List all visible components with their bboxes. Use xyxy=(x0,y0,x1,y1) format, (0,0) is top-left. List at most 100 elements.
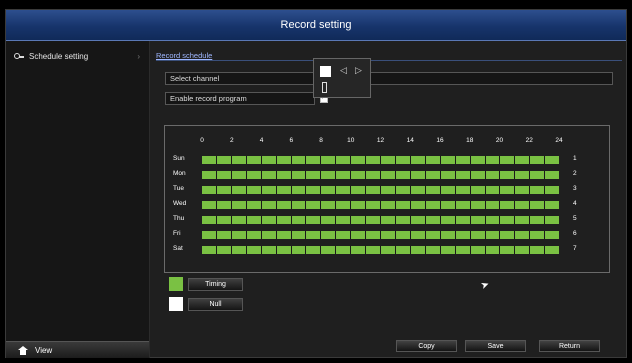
schedule-cell[interactable] xyxy=(455,246,470,254)
schedule-cell[interactable] xyxy=(530,171,545,179)
schedule-cell[interactable] xyxy=(530,156,545,164)
schedule-cell[interactable] xyxy=(425,231,440,239)
sidebar-item-schedule-setting[interactable]: Schedule setting › xyxy=(6,47,149,65)
schedule-cell[interactable] xyxy=(410,231,425,239)
schedule-cell[interactable] xyxy=(425,171,440,179)
schedule-cell[interactable] xyxy=(425,246,440,254)
schedule-cell[interactable] xyxy=(351,246,366,254)
schedule-cell[interactable] xyxy=(261,231,276,239)
schedule-cell[interactable] xyxy=(321,171,336,179)
schedule-cell[interactable] xyxy=(306,216,321,224)
schedule-cell[interactable] xyxy=(306,201,321,209)
tab-record-schedule[interactable]: Record schedule xyxy=(156,51,212,60)
schedule-cell[interactable] xyxy=(216,186,231,194)
schedule-cell[interactable] xyxy=(440,171,455,179)
schedule-cell[interactable] xyxy=(455,201,470,209)
schedule-cell[interactable] xyxy=(291,201,306,209)
schedule-cell[interactable] xyxy=(485,231,500,239)
schedule-cell[interactable] xyxy=(515,156,530,164)
schedule-cell[interactable] xyxy=(306,156,321,164)
schedule-cell[interactable] xyxy=(410,216,425,224)
schedule-cell[interactable] xyxy=(366,231,381,239)
schedule-cell[interactable] xyxy=(515,246,530,254)
schedule-cell[interactable] xyxy=(455,171,470,179)
schedule-cell[interactable] xyxy=(455,186,470,194)
schedule-cell[interactable] xyxy=(500,201,515,209)
schedule-cell[interactable] xyxy=(366,216,381,224)
schedule-row[interactable] xyxy=(202,231,560,239)
schedule-cell[interactable] xyxy=(261,216,276,224)
schedule-cell[interactable] xyxy=(291,216,306,224)
schedule-cell[interactable] xyxy=(500,171,515,179)
schedule-cell[interactable] xyxy=(306,171,321,179)
schedule-cell[interactable] xyxy=(381,156,395,164)
schedule-cell[interactable] xyxy=(276,171,291,179)
schedule-cell[interactable] xyxy=(381,231,395,239)
schedule-cell[interactable] xyxy=(381,201,395,209)
schedule-cell[interactable] xyxy=(276,186,291,194)
schedule-cell[interactable] xyxy=(321,231,336,239)
schedule-cell[interactable] xyxy=(202,246,216,254)
schedule-cell[interactable] xyxy=(485,186,500,194)
view-button[interactable]: View xyxy=(6,341,149,358)
save-button[interactable]: Save xyxy=(465,340,526,352)
schedule-cell[interactable] xyxy=(425,186,440,194)
schedule-cell[interactable] xyxy=(455,156,470,164)
schedule-cell[interactable] xyxy=(336,186,351,194)
schedule-cell[interactable] xyxy=(276,201,291,209)
schedule-cell[interactable] xyxy=(485,156,500,164)
schedule-cell[interactable] xyxy=(515,216,530,224)
schedule-cell[interactable] xyxy=(470,231,485,239)
schedule-cell[interactable] xyxy=(202,231,216,239)
schedule-cell[interactable] xyxy=(231,201,246,209)
schedule-cell[interactable] xyxy=(246,156,261,164)
schedule-cell[interactable] xyxy=(351,186,366,194)
schedule-cell[interactable] xyxy=(231,171,246,179)
schedule-cell[interactable] xyxy=(231,246,246,254)
schedule-row[interactable] xyxy=(202,186,560,194)
schedule-cell[interactable] xyxy=(410,201,425,209)
schedule-cell[interactable] xyxy=(470,186,485,194)
schedule-cell[interactable] xyxy=(410,246,425,254)
schedule-cell[interactable] xyxy=(291,171,306,179)
schedule-row[interactable] xyxy=(202,171,560,179)
schedule-cell[interactable] xyxy=(440,186,455,194)
schedule-cell[interactable] xyxy=(545,231,560,239)
schedule-row[interactable] xyxy=(202,246,560,254)
schedule-cell[interactable] xyxy=(216,216,231,224)
schedule-cell[interactable] xyxy=(231,186,246,194)
schedule-cell[interactable] xyxy=(306,246,321,254)
schedule-cell[interactable] xyxy=(440,216,455,224)
schedule-cell[interactable] xyxy=(410,171,425,179)
schedule-cell[interactable] xyxy=(500,186,515,194)
schedule-cell[interactable] xyxy=(530,201,545,209)
prev-icon[interactable]: ◁ xyxy=(340,65,347,76)
schedule-cell[interactable] xyxy=(381,216,395,224)
schedule-cell[interactable] xyxy=(202,216,216,224)
schedule-cell[interactable] xyxy=(395,171,410,179)
schedule-cell[interactable] xyxy=(425,216,440,224)
schedule-cell[interactable] xyxy=(366,201,381,209)
schedule-cell[interactable] xyxy=(216,201,231,209)
schedule-cell[interactable] xyxy=(216,156,231,164)
schedule-cell[interactable] xyxy=(515,231,530,239)
timing-button[interactable]: Timing xyxy=(188,278,243,291)
schedule-cell[interactable] xyxy=(530,186,545,194)
schedule-cell[interactable] xyxy=(351,216,366,224)
schedule-cell[interactable] xyxy=(321,186,336,194)
schedule-cell[interactable] xyxy=(515,171,530,179)
schedule-cell[interactable] xyxy=(485,246,500,254)
schedule-cell[interactable] xyxy=(321,201,336,209)
schedule-cell[interactable] xyxy=(351,231,366,239)
schedule-cell[interactable] xyxy=(202,186,216,194)
schedule-cell[interactable] xyxy=(276,231,291,239)
schedule-cell[interactable] xyxy=(500,216,515,224)
schedule-cell[interactable] xyxy=(470,246,485,254)
schedule-cell[interactable] xyxy=(530,231,545,239)
schedule-cell[interactable] xyxy=(545,171,560,179)
schedule-cell[interactable] xyxy=(261,186,276,194)
schedule-cell[interactable] xyxy=(336,231,351,239)
schedule-cell[interactable] xyxy=(231,231,246,239)
schedule-cell[interactable] xyxy=(500,156,515,164)
schedule-cell[interactable] xyxy=(291,246,306,254)
